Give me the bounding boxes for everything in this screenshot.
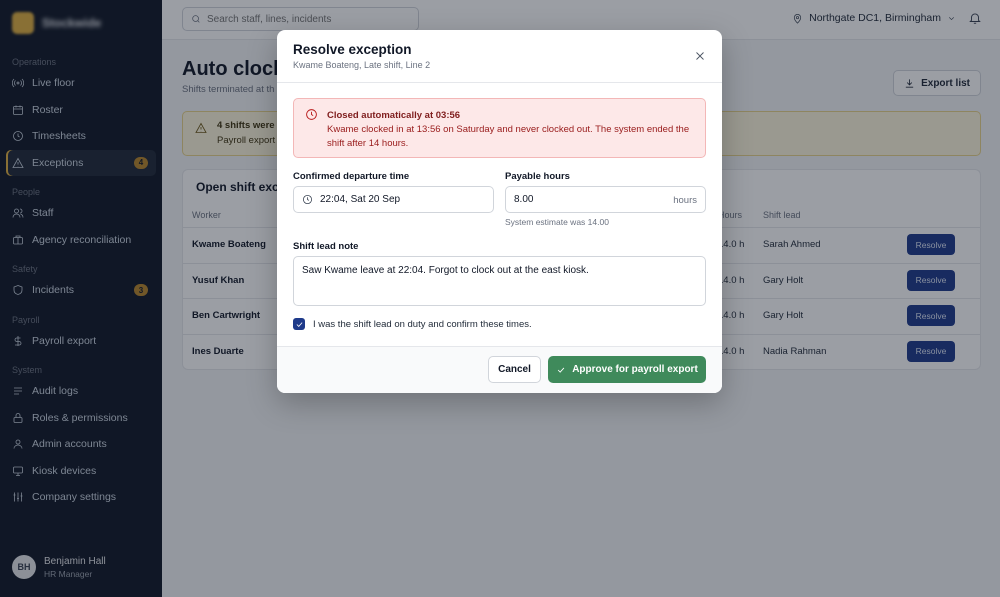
approve-button[interactable]: Approve for payroll export: [548, 356, 706, 383]
check-icon: [296, 321, 302, 327]
payable-hours-hint: System estimate was 14.00: [505, 217, 609, 227]
resolve-exception-dialog: Resolve exception Kwame Boateng, Late sh…: [277, 30, 722, 393]
clock-icon: [302, 194, 313, 205]
close-button[interactable]: [694, 50, 706, 62]
dialog-subtitle: Kwame Boateng, Late shift, Line 2: [293, 60, 431, 70]
departure-time-field[interactable]: 22:04, Sat 20 Sep: [293, 186, 494, 213]
shift-lead-note-textarea[interactable]: Saw Kwame leave at 22:04. Forgot to cloc…: [293, 256, 706, 306]
approve-label: Approve for payroll export: [572, 364, 698, 375]
departure-time-value: 22:04, Sat 20 Sep: [320, 194, 401, 205]
check-icon: [557, 367, 565, 373]
confirm-checkbox-row[interactable]: I was the shift lead on duty and confirm…: [293, 318, 532, 330]
payable-hours-value: 8.00: [514, 194, 534, 205]
auto-close-alert: Closed automatically at 03:56 Kwame cloc…: [293, 98, 706, 158]
confirm-label: I was the shift lead on duty and confirm…: [313, 318, 532, 330]
alert-title: Closed automatically at 03:56: [327, 110, 461, 121]
dialog-footer: Cancel Approve for payroll export: [277, 346, 722, 393]
clock-icon: [306, 109, 317, 120]
shift-lead-note-label: Shift lead note: [293, 241, 359, 252]
payable-hours-label: Payable hours: [505, 171, 570, 182]
dialog-title: Resolve exception: [293, 42, 412, 57]
dialog-header: Resolve exception Kwame Boateng, Late sh…: [277, 30, 722, 83]
alert-text: Kwame clocked in at 13:56 on Saturday an…: [327, 124, 690, 149]
payable-hours-suffix: hours: [673, 195, 697, 206]
departure-time-label: Confirmed departure time: [293, 171, 410, 182]
close-icon: [696, 52, 704, 60]
payable-hours-input[interactable]: 8.00 hours: [505, 186, 706, 213]
confirm-checkbox[interactable]: [293, 318, 305, 330]
cancel-button[interactable]: Cancel: [488, 356, 541, 383]
